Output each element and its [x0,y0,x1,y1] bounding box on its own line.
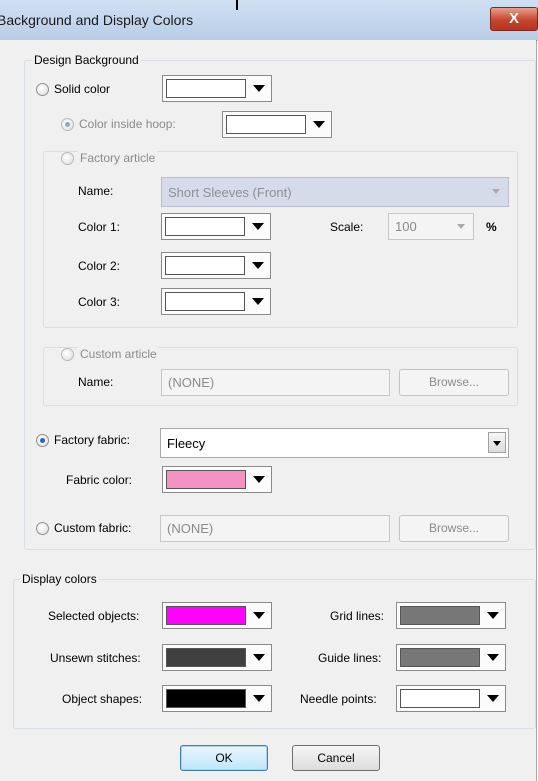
cursor-marker [236,0,238,10]
factory-fabric-combo[interactable]: Fleecy [160,428,509,458]
grid-lines-label: Grid lines: [330,609,385,623]
chevron-down-icon [253,695,265,702]
chevron-down-icon [252,223,264,230]
selected-objects-swatch [166,606,246,625]
window-title: Background and Display Colors [0,12,194,28]
object-shapes-picker[interactable] [162,685,272,712]
chevron-down-icon [253,476,265,483]
object-shapes-label: Object shapes: [62,692,143,706]
unsewn-stitches-label: Unsewn stitches: [50,651,141,665]
color-inside-hoop-swatch [226,115,306,134]
solid-color-picker[interactable] [162,75,272,102]
color1-label: Color 1: [78,220,121,234]
fabric-color-label: Fabric color: [66,473,133,487]
scale-unit: % [486,220,497,234]
chevron-down-icon [252,298,264,305]
chevron-down-icon [313,121,325,128]
grid-lines-picker[interactable] [396,602,506,629]
chevron-down-icon [487,695,499,702]
color1-picker[interactable] [161,213,271,240]
factory-article-label[interactable]: Factory article [78,151,158,165]
color3-label: Color 3: [78,295,121,309]
solid-color-swatch [166,79,246,98]
ok-button[interactable]: OK [180,745,268,771]
factory-fabric-label[interactable]: Factory fabric: [54,433,130,447]
color2-picker[interactable] [161,252,271,279]
chevron-down-icon [488,432,506,453]
chevron-down-icon [488,181,506,202]
color3-swatch [165,292,245,311]
chevron-down-icon [487,654,499,661]
factory-fabric-value: Fleecy [167,436,206,451]
selected-objects-picker[interactable] [162,602,272,629]
factory-fabric-radio[interactable] [36,434,49,447]
solid-color-label[interactable]: Solid color [54,82,110,96]
color-inside-hoop-label[interactable]: Color inside hoop: [79,117,176,131]
chevron-down-icon [252,262,264,269]
custom-article-name-label: Name: [78,375,114,389]
custom-fabric-radio[interactable] [36,522,49,535]
color1-swatch [165,217,245,236]
cancel-button[interactable]: Cancel [292,745,380,771]
solid-color-radio[interactable] [36,83,49,96]
guide-lines-swatch [400,648,480,667]
custom-article-label[interactable]: Custom article [78,347,159,361]
unsewn-stitches-swatch [166,648,246,667]
factory-article-name-value: Short Sleeves (Front) [168,185,292,200]
custom-fabric-field[interactable]: (NONE) [160,515,390,542]
chevron-down-icon [487,612,499,619]
chevron-down-icon [253,85,265,92]
scale-combo[interactable]: 100 [388,213,474,240]
factory-article-radio[interactable] [61,152,74,165]
design-background-legend: Design Background [32,53,141,67]
scale-value: 100 [395,219,417,234]
custom-fabric-value: (NONE) [167,521,214,536]
custom-article-name-field[interactable]: (NONE) [161,369,390,396]
scale-label: Scale: [330,220,364,234]
color-inside-hoop-picker[interactable] [222,111,332,138]
color-inside-hoop-radio[interactable] [61,118,74,131]
needle-points-picker[interactable] [396,685,506,712]
fabric-color-swatch [166,470,246,489]
guide-lines-label: Guide lines: [318,651,382,665]
title-bar: Background and Display Colors X [0,0,538,41]
grid-lines-swatch [400,606,480,625]
guide-lines-picker[interactable] [396,644,506,671]
chevron-down-icon [253,654,265,661]
needle-points-label: Needle points: [300,692,377,706]
color2-label: Color 2: [78,259,121,273]
color2-swatch [165,256,245,275]
chevron-down-icon [253,612,265,619]
unsewn-stitches-picker[interactable] [162,644,272,671]
custom-article-name-value: (NONE) [168,375,215,390]
factory-article-name-label: Name: [78,184,114,198]
custom-fabric-browse-button[interactable]: Browse... [399,515,509,542]
factory-article-name-combo[interactable]: Short Sleeves (Front) [161,177,509,207]
custom-article-browse-button[interactable]: Browse... [399,369,509,396]
object-shapes-swatch [166,689,246,708]
custom-fabric-label[interactable]: Custom fabric: [54,521,131,535]
needle-points-swatch [400,689,480,708]
display-colors-legend: Display colors [20,572,99,586]
close-button[interactable]: X [490,7,538,31]
custom-article-radio[interactable] [61,348,74,361]
chevron-down-icon [453,216,471,237]
fabric-color-picker[interactable] [162,466,272,493]
selected-objects-label: Selected objects: [48,609,140,623]
dialog-body: Design Background Solid color Color insi… [0,40,537,781]
color3-picker[interactable] [161,288,271,315]
